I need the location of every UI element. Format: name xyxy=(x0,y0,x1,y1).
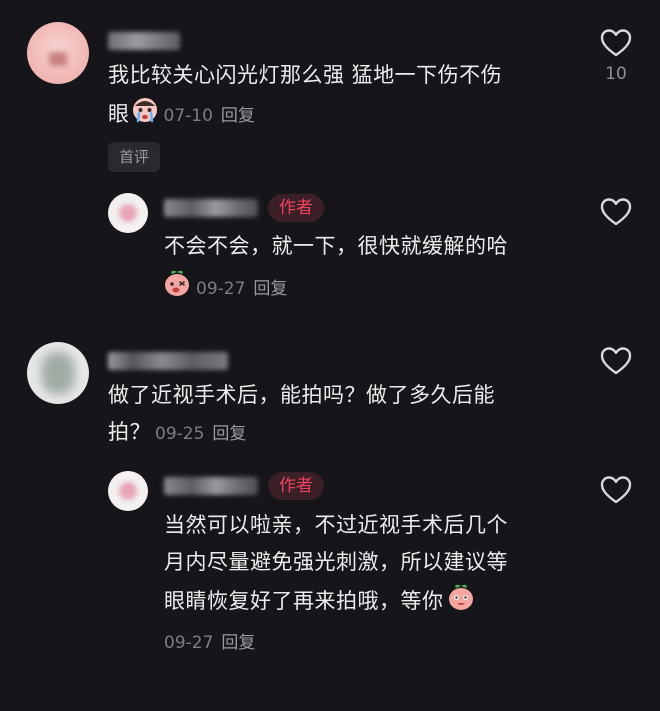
reply-button[interactable]: 回复 xyxy=(253,279,287,299)
reply-meta-line: 09-27 回复 xyxy=(164,267,584,309)
comment-list: 我比较关心闪光灯那么强 猛地一下伤不伤 眼 07-10 回复 首评 10 作者 … xyxy=(0,0,660,711)
username[interactable] xyxy=(164,477,258,495)
avatar[interactable] xyxy=(108,471,148,511)
reply-text-line: 当然可以啦亲，不过近视手术后几个 xyxy=(164,513,508,537)
like-button[interactable] xyxy=(599,346,633,376)
first-comment-tag: 首评 xyxy=(108,142,161,172)
reply-date: 09-27 xyxy=(196,279,246,299)
peach-mascot-icon xyxy=(162,267,192,309)
comment-date: 07-10 xyxy=(163,106,213,126)
reply-text-line: 眼睛恢复好了再来拍哦，等你 xyxy=(164,581,584,623)
avatar[interactable] xyxy=(27,342,89,404)
avatar[interactable] xyxy=(27,22,89,84)
reply-text: 不会不会，就一下，很快就缓解的哈 09-27 回复 xyxy=(164,228,584,309)
reply-button[interactable]: 回复 xyxy=(221,633,255,653)
comment-date: 09-25 xyxy=(155,424,205,444)
comment-text-line: 做了近视手术后，能拍吗？做了多久后能 xyxy=(108,383,495,407)
like-button[interactable] xyxy=(599,197,633,227)
comment-text-line: 眼 07-10 回复 xyxy=(108,94,578,136)
username[interactable] xyxy=(108,352,228,370)
author-badge: 作者 xyxy=(268,194,324,222)
peach-mascot-icon xyxy=(446,581,476,623)
heart-outline-icon xyxy=(600,347,632,375)
reply-button[interactable]: 回复 xyxy=(212,424,246,444)
heart-outline-icon xyxy=(600,29,632,57)
comment-text-tail: 眼 xyxy=(108,102,130,126)
like-button[interactable] xyxy=(599,475,633,505)
reply-date: 09-27 xyxy=(164,633,214,653)
reply-text-line: 不会不会，就一下，很快就缓解的哈 xyxy=(164,234,508,258)
reply-button[interactable]: 回复 xyxy=(221,106,255,126)
comment-text: 我比较关心闪光灯那么强 猛地一下伤不伤 眼 07-10 回复 xyxy=(108,57,578,136)
author-badge: 作者 xyxy=(268,472,324,500)
like-count: 10 xyxy=(605,64,627,84)
comment-text-line: 拍？ 09-25 回复 xyxy=(108,414,578,453)
reply-text-line: 月内尽量避免强光刺激，所以建议等 xyxy=(164,550,508,574)
avatar[interactable] xyxy=(108,193,148,233)
crying-face-icon xyxy=(130,94,160,136)
comment-text: 做了近视手术后，能拍吗？做了多久后能 拍？ 09-25 回复 xyxy=(108,377,578,453)
comment-text-line: 我比较关心闪光灯那么强 猛地一下伤不伤 xyxy=(108,63,503,87)
reply-meta-line: 09-27 回复 xyxy=(164,623,584,662)
reply-text-tail: 眼睛恢复好了再来拍哦，等你 xyxy=(164,589,444,613)
heart-outline-icon xyxy=(600,198,632,226)
like-button[interactable]: 10 xyxy=(599,28,633,84)
reply-text: 当然可以啦亲，不过近视手术后几个 月内尽量避免强光刺激，所以建议等 眼睛恢复好了… xyxy=(164,507,584,662)
username[interactable] xyxy=(164,199,258,217)
heart-outline-icon xyxy=(600,476,632,504)
username[interactable] xyxy=(108,32,180,50)
comment-text-tail: 拍？ xyxy=(108,420,151,444)
